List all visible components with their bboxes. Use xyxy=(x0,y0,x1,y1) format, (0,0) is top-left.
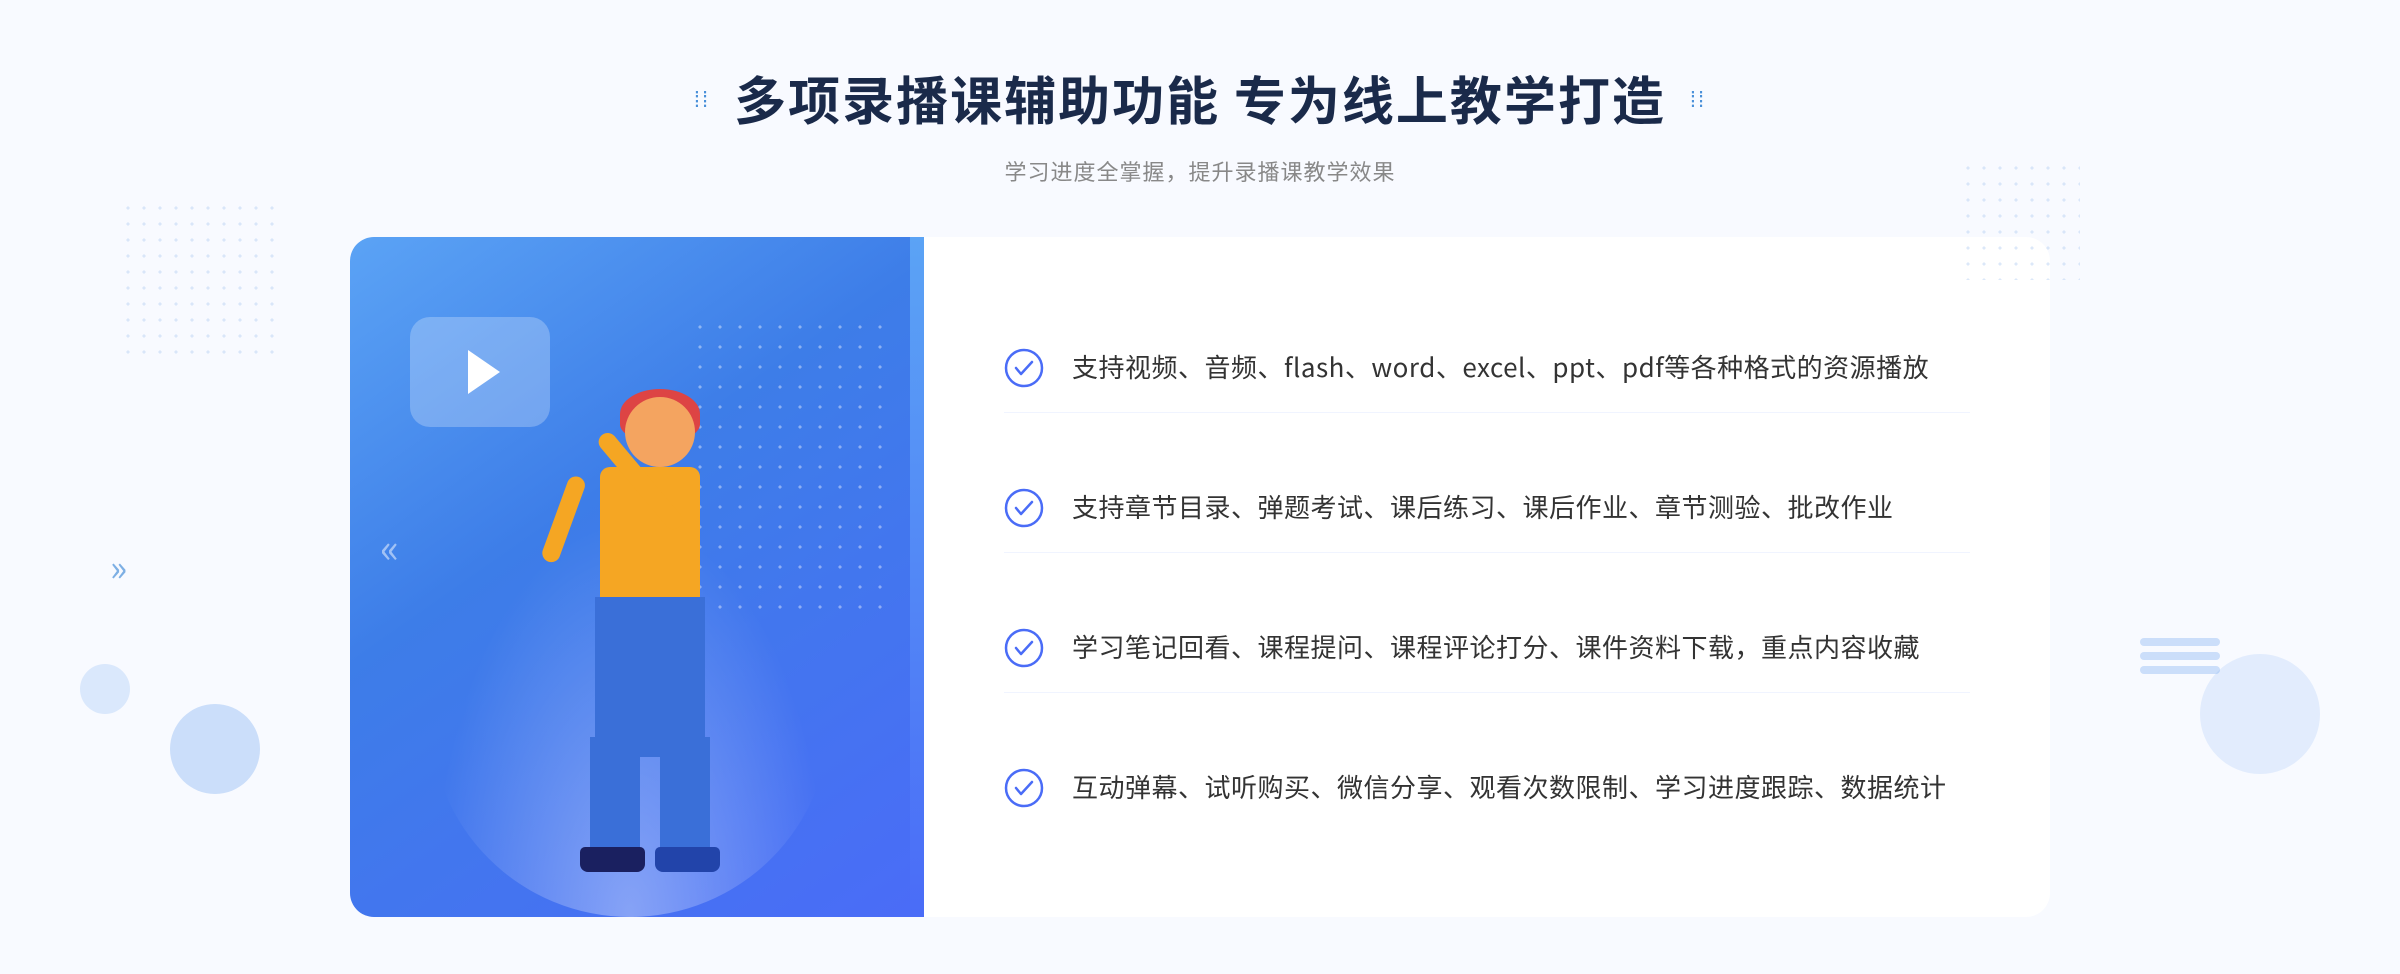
feature-text-4: 互动弹幕、试听购买、微信分享、观看次数限制、学习进度跟踪、数据统计 xyxy=(1072,766,1947,808)
figure-arm-down xyxy=(540,474,588,565)
dots-decoration-left xyxy=(120,200,280,360)
content-area: « xyxy=(350,237,2050,917)
header-dots-left: ⁞⁞ xyxy=(694,82,710,114)
check-circle-icon-4 xyxy=(1004,768,1044,808)
circle-decoration-small xyxy=(80,664,130,714)
check-circle-icon-3 xyxy=(1004,628,1044,668)
feature-item-4: 互动弹幕、试听购买、微信分享、观看次数限制、学习进度跟踪、数据统计 xyxy=(1004,742,1970,832)
feature-text-3: 学习笔记回看、课程提问、课程评论打分、课件资料下载，重点内容收藏 xyxy=(1072,626,1920,668)
illustration-chevrons: « xyxy=(380,517,391,575)
check-circle-icon-1 xyxy=(1004,348,1044,388)
figure-head xyxy=(625,397,695,467)
figure-pants xyxy=(595,597,705,757)
illustration-panel: « xyxy=(350,237,910,917)
figure-shoe-right xyxy=(655,847,720,872)
feature-text-2: 支持章节目录、弹题考试、课后练习、课后作业、章节测验、批改作业 xyxy=(1072,486,1894,528)
header-dots-right: ⁞⁞ xyxy=(1690,82,1706,114)
page-container: » ⁞⁞ 多项录播课辅助功能 专为线上教学打造 ⁞⁞ 学习进度全掌握，提升录播课… xyxy=(0,0,2400,974)
feature-text-1: 支持视频、音频、flash、word、excel、ppt、pdf等各种格式的资源… xyxy=(1072,346,1929,388)
header-section: ⁞⁞ 多项录播课辅助功能 专为线上教学打造 ⁞⁞ 学习进度全掌握，提升录播课教学… xyxy=(694,60,1706,187)
page-title: 多项录播课辅助功能 专为线上教学打造 xyxy=(734,60,1666,135)
figure-leg-left xyxy=(590,737,640,857)
figure-shoe-left xyxy=(580,847,645,872)
circle-decoration-left xyxy=(170,704,260,794)
figure-leg-right xyxy=(660,737,710,857)
check-circle-icon-2 xyxy=(1004,488,1044,528)
illustration-figure xyxy=(470,337,790,917)
page-subtitle: 学习进度全掌握，提升录播课教学效果 xyxy=(694,155,1706,187)
header-title-row: ⁞⁞ 多项录播课辅助功能 专为线上教学打造 ⁞⁞ xyxy=(694,60,1706,135)
chevron-left-decoration: » xyxy=(110,540,127,592)
feature-item-2: 支持章节目录、弹题考试、课后练习、课后作业、章节测验、批改作业 xyxy=(1004,462,1970,553)
features-panel: 支持视频、音频、flash、word、excel、ppt、pdf等各种格式的资源… xyxy=(924,237,2050,917)
lines-decoration xyxy=(2140,638,2220,674)
feature-item-1: 支持视频、音频、flash、word、excel、ppt、pdf等各种格式的资源… xyxy=(1004,322,1970,413)
feature-item-3: 学习笔记回看、课程提问、课程评论打分、课件资料下载，重点内容收藏 xyxy=(1004,602,1970,693)
dots-decoration-right xyxy=(1960,160,2080,280)
blue-divider-bar xyxy=(910,237,924,917)
